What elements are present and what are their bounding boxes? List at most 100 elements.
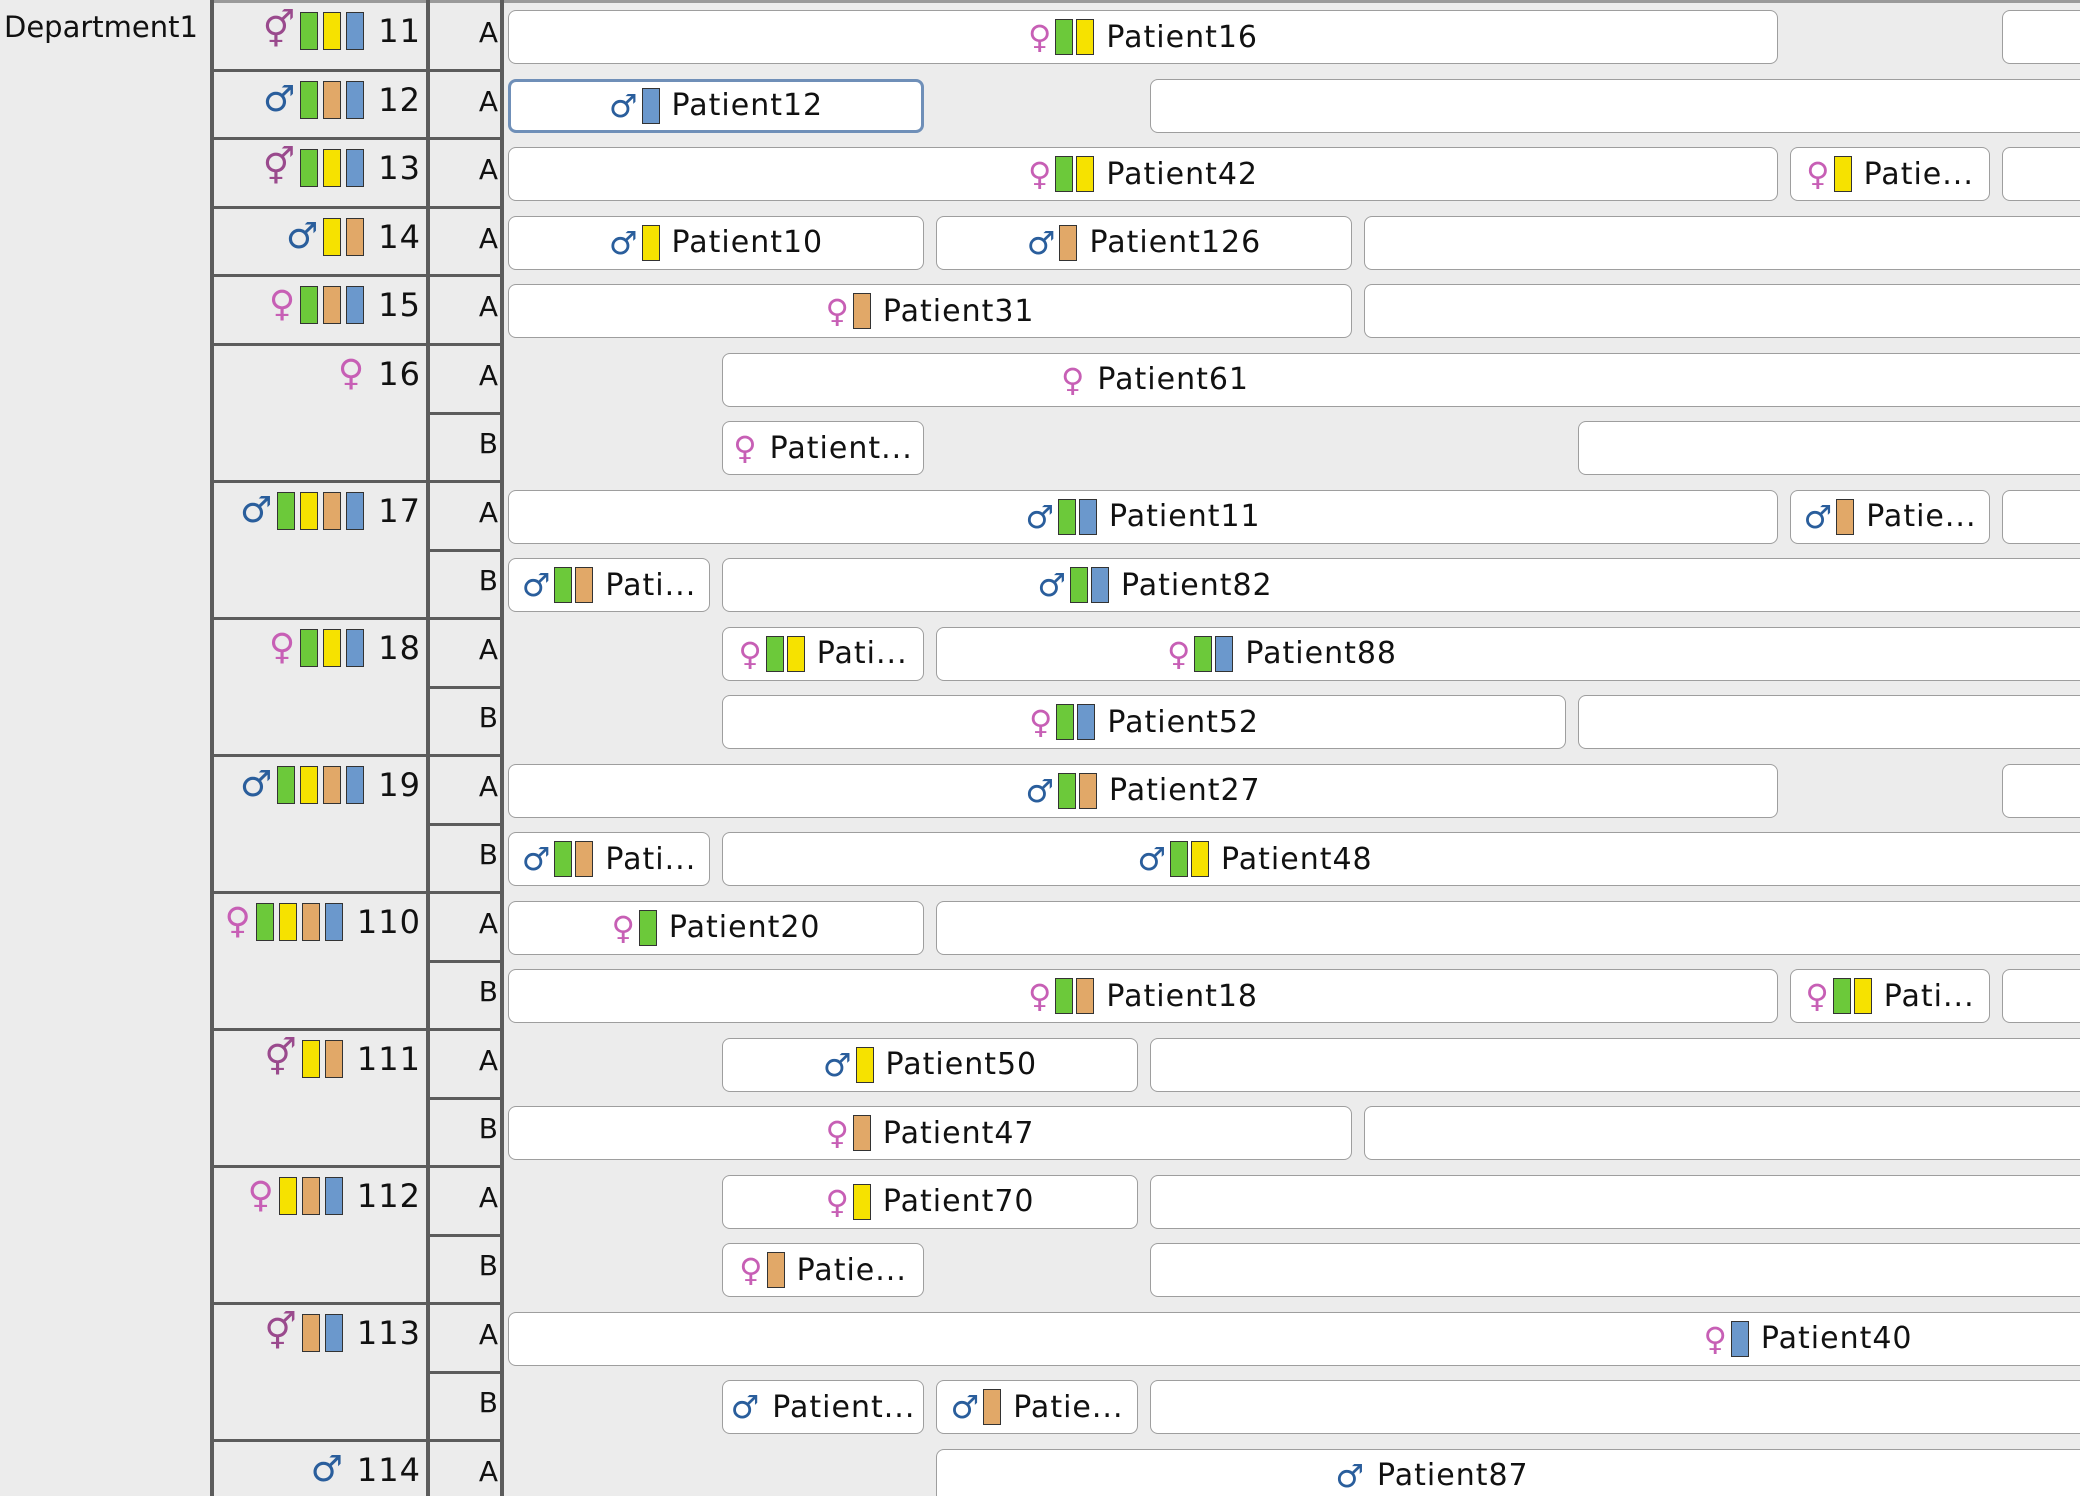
room-header[interactable]: ⚥ 11 [215,2,427,71]
patient-block[interactable]: ♀ Patient... [722,421,924,475]
patient-block[interactable] [1364,215,2080,270]
room-info: ♀ 112 [248,1176,421,1215]
room-header[interactable]: ⚥ 113 [215,1304,427,1441]
patient-name: Patient87 [1377,1458,1529,1493]
patient-block[interactable]: ♂ Pati... [508,832,710,886]
patient-block[interactable]: ♀ Pati... [1790,969,1990,1023]
female-gender-icon: ♀ [1806,155,1831,193]
patient-block[interactable] [1578,695,2080,749]
yellow-flag-icon [1853,978,1872,1014]
male-gender-icon: ♂ [608,223,639,262]
patient-block[interactable] [936,900,2080,955]
patient-block[interactable]: ♂ Patie... [936,1380,1138,1434]
patient-name: Patie... [796,1252,907,1288]
patient-block[interactable]: ♀ Patient16 [508,10,1778,64]
patient-name: Patie... [1866,499,1977,534]
room-header[interactable]: ♀ 15 [215,276,427,345]
orange-flag-icon [323,491,342,530]
patient-block[interactable]: ♀Pa [1578,421,2080,475]
patient-block[interactable]: ♀ Pati... [722,626,924,681]
patient-block[interactable] [2002,10,2080,64]
patient-block[interactable]: ♂P [1150,78,2080,133]
patient-block[interactable]: ♂ Patient27 [508,763,1778,818]
patient-block[interactable]: ♀ Patie... [1790,147,1990,201]
patient-block[interactable]: ♂ Patient11 [508,489,1778,544]
patient-block[interactable]: ♂ Patient87 [936,1448,2080,1496]
room-header[interactable]: ♂ 12 [215,71,427,140]
patient-block[interactable]: ♂ Patient48 [722,832,2080,886]
blue-flag-icon [346,628,365,667]
patient-name: Patient16 [1106,19,1259,55]
bed-letter: A [478,153,498,186]
patient-block[interactable]: ♂ Patie... [1790,489,1990,544]
room-number: 111 [356,1039,421,1078]
patient-block[interactable] [1150,1243,2080,1297]
patient-block[interactable] [2002,489,2080,544]
patient-name: Pati... [605,841,697,877]
patient-name: Pati... [816,636,908,671]
orange-flag-icon [323,765,342,804]
room-header[interactable]: ♀ 16 [215,345,427,482]
yellow-flag-icon [855,1046,874,1083]
room-header[interactable]: ⚥ 111 [215,1030,427,1167]
blue-flag-icon [1091,567,1110,603]
patient-block[interactable]: ♀ Patient42 [508,147,1778,201]
patient-block[interactable]: ♂Pa [1150,1037,2080,1092]
patient-block[interactable]: ♀ Patient61 [722,352,2080,407]
patient-block[interactable] [2002,763,2080,818]
male-gender-icon: ♂ [310,1448,343,1490]
female-gender-icon: ♀ [337,352,365,394]
patient-block[interactable]: ♂ Patient82 [722,558,2080,612]
green-flag-icon [1170,841,1189,877]
patient-block[interactable] [1150,1174,2080,1229]
patient-content: ♂ Patient10 [608,223,823,262]
room-header[interactable]: ♂ 14 [215,208,427,277]
room-header[interactable]: ♂ 17 [215,482,427,619]
room-header[interactable]: ♀ 110 [215,893,427,1030]
room-number: 17 [378,491,421,530]
patient-block[interactable]: ♂ Patient50 [722,1037,1138,1092]
room-header[interactable]: ♀ 18 [215,619,427,756]
patient-name: Patient70 [882,1184,1035,1219]
patient-content: ♂ Pati... [522,567,697,603]
room-header[interactable]: ♀ 112 [215,1167,427,1304]
bed-letter: A [478,221,498,255]
room-header[interactable]: ♂ 19 [215,756,427,893]
patient-block[interactable] [2002,147,2080,201]
room-header[interactable]: ⚥ 13 [215,139,427,208]
patient-block[interactable]: ♂ Patient126 [936,215,1352,270]
patient-block[interactable] [2002,969,2080,1023]
room-number: 113 [356,1313,421,1352]
patient-block[interactable]: ♀ Patient20 [508,900,924,955]
patient-block[interactable]: ♀ Patient31 [508,284,1352,338]
patient-block[interactable]: ♂ Patient10 [508,215,924,270]
patient-block[interactable]: ♂ Patient... [722,1380,924,1434]
blue-flag-icon [1215,635,1234,672]
patient-block[interactable]: ♀Pa [1150,1380,2080,1434]
patient-block[interactable]: ♂ Patient12 [508,78,924,133]
patient-block[interactable]: ♀ Patient88 [936,626,2080,681]
patient-block[interactable] [1364,284,2080,338]
patient-block[interactable]: ♀ Patie... [722,1243,924,1297]
patient-content: ♀ Pati... [738,635,908,672]
orange-flag-icon [575,841,594,877]
room-header[interactable]: ♂ 114 [215,1441,427,1496]
male-gender-icon: ♂ [521,840,552,878]
patient-block[interactable] [1364,1106,2080,1160]
male-gender-icon: ♂ [521,566,552,604]
bed-letter: B [478,1386,498,1419]
bed-letter: A [478,1043,498,1077]
patient-block[interactable]: ♀ Patient18 [508,969,1778,1023]
patient-block[interactable]: ♀ Patient52 [722,695,1566,749]
green-flag-icon [300,80,319,119]
patient-block[interactable]: ♀ Patient47 [508,1106,1352,1160]
patient-content: ♂ Patient87 [1335,1458,1528,1493]
room-number: 19 [378,765,421,804]
patient-block[interactable]: ♂ Pati... [508,558,710,612]
green-flag-icon [277,491,296,530]
patient-name: Patient42 [1106,156,1259,192]
green-flag-icon [300,628,319,667]
patient-block[interactable]: ♀ Patient40 [508,1311,2080,1366]
patient-block[interactable]: ♀ Patient70 [722,1174,1138,1229]
patient-name: Patient52 [1107,704,1260,740]
